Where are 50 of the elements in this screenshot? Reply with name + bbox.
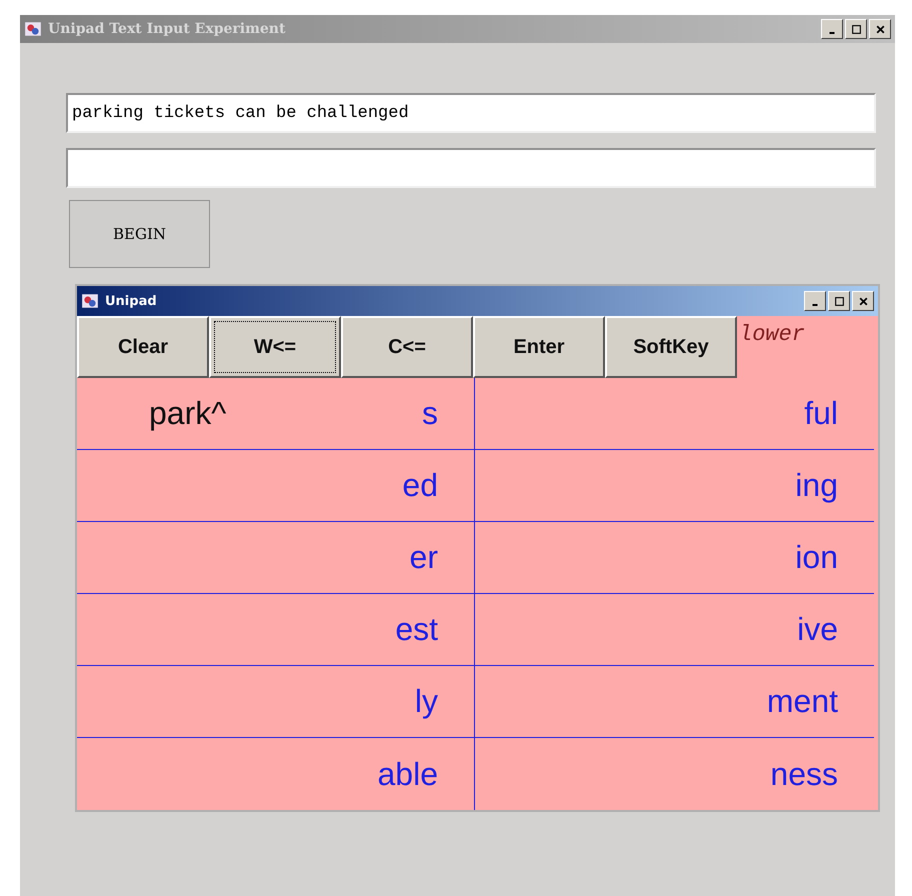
suffix-label: s	[422, 395, 438, 432]
case-mode-label: lower	[738, 321, 806, 349]
suffix-key[interactable]: ly	[77, 666, 475, 738]
toolbar-button[interactable]: Clear	[77, 316, 209, 378]
close-icon	[858, 296, 868, 306]
text-input-field[interactable]	[66, 148, 876, 188]
close-button[interactable]	[852, 291, 874, 311]
suffix-key[interactable]: ion	[475, 522, 874, 594]
suffix-key[interactable]: er	[77, 522, 475, 594]
suffix-key[interactable]: ful	[475, 378, 874, 450]
suffix-label: ful	[804, 395, 838, 432]
suffix-key[interactable]: ed	[77, 450, 475, 522]
suffix-key[interactable]: ive	[475, 594, 874, 666]
suffix-label: ment	[766, 683, 838, 720]
minimize-button[interactable]	[804, 291, 826, 311]
suffix-key[interactable]: ness	[475, 738, 874, 810]
minimize-icon	[829, 32, 835, 34]
begin-button[interactable]: BEGIN	[69, 200, 210, 268]
suffix-key[interactable]: park^ s	[77, 378, 475, 450]
maximize-icon	[834, 296, 844, 306]
toolbar-button[interactable]: C<=	[341, 316, 473, 378]
minimize-button[interactable]	[821, 19, 843, 39]
suffix-key[interactable]: ing	[475, 450, 874, 522]
toolbar-button[interactable]: Enter	[473, 316, 605, 378]
maximize-icon	[850, 24, 862, 34]
suffix-label: ed	[402, 467, 438, 504]
maximize-button[interactable]	[828, 291, 850, 311]
maximize-button[interactable]	[845, 19, 867, 39]
suffix-key[interactable]: est	[77, 594, 475, 666]
close-icon	[874, 24, 886, 34]
suffix-label: ing	[795, 467, 838, 504]
suffix-label: est	[395, 611, 438, 648]
close-button[interactable]	[869, 19, 891, 39]
suffix-label: ness	[770, 756, 838, 792]
toolbar-button[interactable]: SoftKey	[605, 316, 737, 378]
suffix-label: able	[378, 756, 438, 792]
target-phrase-field[interactable]: parking tickets can be challenged	[66, 93, 876, 133]
suffix-label: ive	[797, 611, 838, 648]
window-title: Unipad	[105, 294, 157, 308]
suffix-key[interactable]: ment	[475, 666, 874, 738]
minimize-icon	[812, 304, 818, 306]
app-icon	[24, 20, 42, 38]
window-title: Unipad Text Input Experiment	[48, 21, 286, 37]
app-icon	[81, 292, 99, 310]
suffix-key[interactable]: able	[77, 738, 475, 810]
word-stem: park^	[149, 395, 226, 432]
toolbar-button[interactable]: W<=	[209, 316, 341, 378]
suffix-label: er	[410, 539, 438, 576]
suffix-label: ion	[795, 539, 838, 576]
suffix-label: ly	[414, 683, 438, 720]
